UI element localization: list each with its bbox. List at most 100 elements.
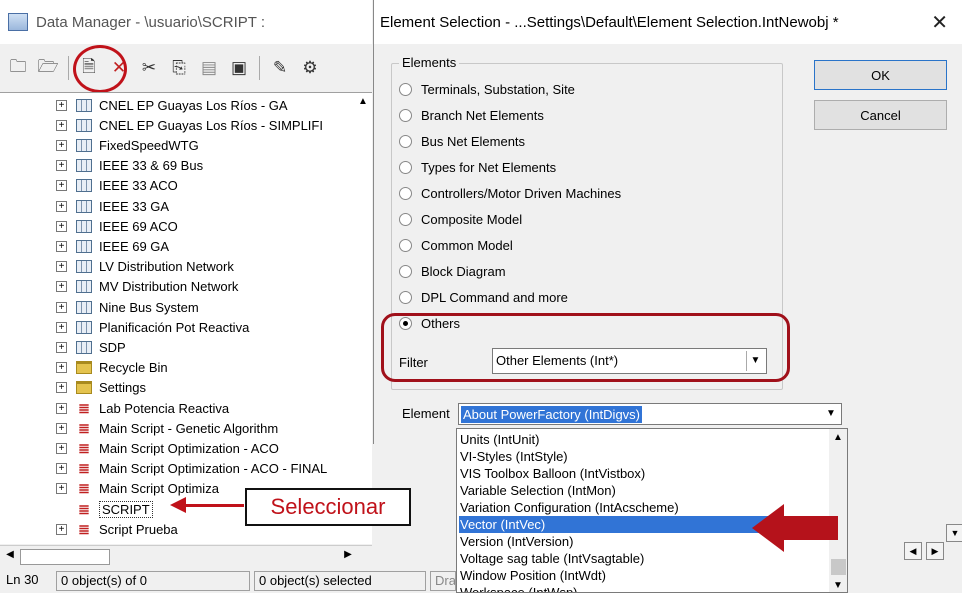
tree-item[interactable]: + Recycle Bin [0,358,168,378]
tree-scroll-up-icon[interactable]: ▲ [355,96,371,114]
dropdown-item[interactable]: Units (IntUnit) [459,431,539,448]
radio-option[interactable]: Bus Net Elements [399,134,525,149]
dropdown-item[interactable]: Variable Selection (IntMon) [459,482,616,499]
cut-icon[interactable]: ✂ [137,56,161,80]
dropdown-item[interactable]: Variation Configuration (IntAcscheme) [459,499,679,516]
dropdown-item[interactable]: Voltage sag table (IntVsagtable) [459,550,644,567]
expand-icon[interactable]: + [56,119,67,131]
tree-item[interactable]: + Settings [0,378,146,398]
radio-option[interactable]: Composite Model [399,212,522,227]
radio-option[interactable]: Branch Net Elements [399,108,544,123]
expand-icon[interactable]: + [56,362,67,374]
script-icon: ≣ [78,500,90,517]
tree-item[interactable]: + CNEL EP Guayas Los Ríos - GA [0,95,288,115]
status-extra: Dra [430,571,456,591]
radio-button[interactable] [399,83,412,96]
folder-open-icon[interactable]: 🗁 [36,56,60,80]
tree-item[interactable]: + ≣ Main Script Optimization - ACO - FINAL [0,459,327,479]
tree-item[interactable]: + ≣ Main Script Optimiza [0,479,219,499]
tree-item[interactable]: + IEEE 33 & 69 Bus [0,156,203,176]
radio-option[interactable]: DPL Command and more [399,290,568,305]
scroll-thumb[interactable] [20,549,110,565]
radio-option[interactable]: Types for Net Elements [399,160,556,175]
radio-option[interactable]: Terminals, Substation, Site [399,82,575,97]
expand-icon[interactable]: + [56,321,67,333]
radio-option[interactable]: Controllers/Motor Driven Machines [399,186,621,201]
expand-icon[interactable]: + [56,422,67,434]
expand-icon[interactable]: + [56,200,67,212]
element-select[interactable]: About PowerFactory (IntDigvs) ▼ [458,403,842,425]
radio-button[interactable] [399,135,412,148]
expand-icon[interactable]: + [56,99,67,111]
dropdown-item[interactable]: VI-Styles (IntStyle) [459,448,568,465]
tree-item[interactable]: + MV Distribution Network [0,277,238,297]
element-dropdown-list[interactable]: Units (IntUnit) VI-Styles (IntStyle) VIS T… [456,428,848,593]
dropdown-item[interactable]: Window Position (IntWdt) [459,567,606,584]
expand-icon[interactable]: + [56,382,67,394]
dropdown-item[interactable]: Version (IntVersion) [459,533,573,550]
scroll-up-icon[interactable]: ▲ [833,432,843,443]
radio-button[interactable] [399,213,412,226]
folder-up-icon[interactable]: 🗀 [6,56,30,80]
edit-icon[interactable]: ✎ [268,56,292,80]
expand-icon[interactable]: + [56,523,67,535]
radio-option[interactable]: Block Diagram [399,264,506,279]
scroll-left-icon[interactable]: ◀ [904,542,922,560]
tree-item[interactable]: + Nine Bus System [0,297,199,317]
radio-button[interactable] [399,161,412,174]
expand-icon[interactable]: + [56,442,67,454]
scroll-down-icon[interactable]: ▼ [946,524,962,542]
expand-icon[interactable]: + [56,301,67,313]
paste-special-icon[interactable]: ▣ [227,56,251,80]
expand-icon[interactable]: + [56,180,67,192]
radio-button[interactable] [399,109,412,122]
dropdown-item[interactable]: Workspace (IntWsp) [459,584,578,592]
dropdown-item[interactable]: VIS Toolbox Balloon (IntVistbox) [459,465,645,482]
tree-item[interactable]: + ≣ Main Script Optimization - ACO [0,438,279,458]
radio-option[interactable]: Common Model [399,238,513,253]
scroll-down-icon[interactable]: ▼ [833,580,843,591]
ok-button[interactable]: OK [814,60,947,90]
tree-item[interactable]: + FixedSpeedWTG [0,135,199,155]
tree-horizontal-scrollbar[interactable]: ◀ ▶ [0,545,372,567]
tree-item[interactable]: +≣SCRIPT [0,499,153,519]
tools-icon[interactable]: ⚙ [298,56,322,80]
radio-button[interactable] [399,187,412,200]
tree-item[interactable]: + CNEL EP Guayas Los Ríos - SIMPLIFI [0,115,323,135]
paste-icon[interactable]: ▤ [197,56,221,80]
chevron-down-icon[interactable]: ▼ [822,405,840,423]
grid-icon [76,219,92,233]
radio-button[interactable] [399,239,412,252]
scroll-right-icon[interactable]: ▶ [340,549,356,565]
dropdown-scrollbar[interactable]: ▲ ▼ [829,429,847,592]
scroll-right-icon[interactable]: ▶ [926,542,944,560]
tree-item[interactable]: + ≣ Main Script - Genetic Algorithm [0,418,278,438]
tree-item[interactable]: + IEEE 69 GA [0,236,169,256]
cancel-button[interactable]: Cancel [814,100,947,130]
dropdown-scroll-thumb[interactable] [831,559,846,575]
tree-item[interactable]: + IEEE 33 ACO [0,176,178,196]
tree-item[interactable]: + ≣ Script Prueba [0,519,178,539]
scroll-left-icon[interactable]: ◀ [2,549,18,565]
expand-icon[interactable]: + [56,139,67,151]
expand-icon[interactable]: + [56,341,67,353]
close-icon[interactable]: ✕ [931,10,948,35]
tree-item[interactable]: + ≣ Lab Potencia Reactiva [0,398,229,418]
radio-button[interactable] [399,291,412,304]
expand-icon[interactable]: + [56,240,67,252]
tree-item[interactable]: + IEEE 69 ACO [0,216,178,236]
copy-icon[interactable]: ⎘ [167,56,191,80]
status-line: Ln 30 [6,572,39,587]
tree-item[interactable]: + LV Distribution Network [0,257,234,277]
expand-icon[interactable]: + [56,281,67,293]
radio-button[interactable] [399,265,412,278]
tree-item[interactable]: + SDP [0,337,126,357]
expand-icon[interactable]: + [56,220,67,232]
tree-item[interactable]: + Planificación Pot Reactiva [0,317,249,337]
expand-icon[interactable]: + [56,463,67,475]
expand-icon[interactable]: + [56,402,67,414]
expand-icon[interactable]: + [56,261,67,273]
tree-item[interactable]: + IEEE 33 GA [0,196,169,216]
expand-icon[interactable]: + [56,160,67,172]
expand-icon[interactable]: + [56,483,67,495]
